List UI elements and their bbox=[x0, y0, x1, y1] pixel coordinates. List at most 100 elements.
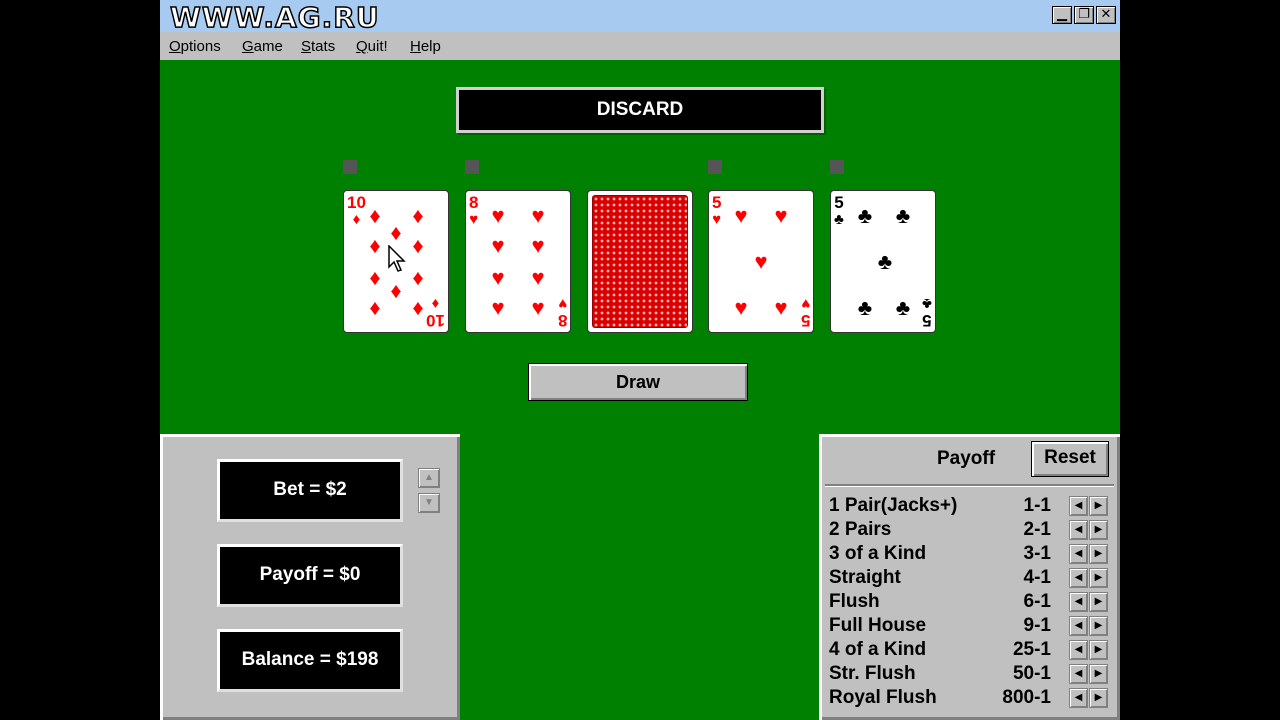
diamond-pip: ♦ bbox=[369, 295, 381, 320]
balance-display: Balance = $198 bbox=[217, 629, 403, 692]
watermark-logo: WWW.AG.RU bbox=[169, 1, 380, 34]
diamond-pip: ♦ bbox=[369, 265, 381, 290]
payoff-row: 3 of a Kind 3-1 ◀ ▶ bbox=[829, 542, 1109, 566]
hand-name: 3 of a Kind bbox=[829, 543, 927, 564]
bet-display: Bet = $2 bbox=[217, 459, 403, 522]
payoff-row: Royal Flush 800-1 ◀ ▶ bbox=[829, 686, 1109, 710]
card-index: 5 ♥ bbox=[800, 295, 810, 330]
diamond-pip: ♦ bbox=[412, 295, 424, 320]
hand-name: Royal Flush bbox=[829, 687, 937, 708]
payoff-display: Payoff = $0 bbox=[217, 544, 403, 607]
hand-name: 4 of a Kind bbox=[829, 639, 927, 660]
club-pip: ♣ bbox=[895, 295, 911, 320]
hand-odds: 800-1 bbox=[1002, 687, 1051, 708]
heart-pip: ♥ bbox=[531, 265, 545, 290]
odds-increase-button[interactable]: ▶ bbox=[1089, 592, 1108, 612]
odds-increase-button[interactable]: ▶ bbox=[1089, 616, 1108, 636]
odds-decrease-button[interactable]: ◀ bbox=[1069, 568, 1088, 588]
draw-button[interactable]: Draw bbox=[528, 363, 748, 401]
club-pip: ♣ bbox=[857, 295, 873, 320]
card-2[interactable]: 8 ♥ ♥ ♥ ♥ ♥ ♥ ♥ ♥ ♥ 8 ♥ bbox=[465, 190, 571, 333]
title-bar[interactable]: WWW.AG.RU ▁ ❐ ✕ bbox=[160, 0, 1120, 32]
diamond-pip: ♦ bbox=[369, 203, 381, 228]
heart-pip: ♥ bbox=[531, 233, 545, 258]
heart-pip: ♥ bbox=[734, 203, 748, 228]
diamond-pip: ♦ bbox=[390, 278, 402, 303]
heart-pip: ♥ bbox=[774, 203, 788, 228]
odds-increase-button[interactable]: ▶ bbox=[1089, 664, 1108, 684]
payoff-row: Str. Flush 50-1 ◀ ▶ bbox=[829, 662, 1109, 686]
status-panel: Bet = $2 ▲ ▼ Payoff = $0 Balance = $198 bbox=[160, 434, 460, 720]
window-controls: ▁ ❐ ✕ bbox=[1052, 6, 1116, 24]
heart-pip: ♥ bbox=[774, 295, 788, 320]
hand-odds: 3-1 bbox=[1023, 543, 1051, 564]
divider bbox=[825, 484, 1114, 487]
hand-odds: 50-1 bbox=[1012, 663, 1051, 684]
menu-options[interactable]: Options bbox=[169, 38, 221, 55]
hand-odds: 1-1 bbox=[1023, 495, 1051, 516]
restore-button[interactable]: ❐ bbox=[1074, 6, 1094, 24]
odds-decrease-button[interactable]: ◀ bbox=[1069, 640, 1088, 660]
odds-decrease-button[interactable]: ◀ bbox=[1069, 520, 1088, 540]
payoff-row: 1 Pair(Jacks+) 1-1 ◀ ▶ bbox=[829, 494, 1109, 518]
hold-indicator[interactable] bbox=[465, 160, 479, 174]
hand-name: 1 Pair(Jacks+) bbox=[829, 495, 958, 516]
hand-odds: 2-1 bbox=[1023, 519, 1051, 540]
reset-button[interactable]: Reset bbox=[1031, 441, 1109, 477]
payoff-panel: Payoff Reset 1 Pair(Jacks+) 1-1 ◀ ▶ 2 Pairs 2… bbox=[819, 434, 1120, 720]
hand-odds: 6-1 bbox=[1023, 591, 1051, 612]
hold-indicator[interactable] bbox=[343, 160, 357, 174]
bet-decrease-button[interactable]: ▼ bbox=[418, 493, 440, 513]
payoff-row: Full House 9-1 ◀ ▶ bbox=[829, 614, 1109, 638]
payoff-row: 4 of a Kind 25-1 ◀ ▶ bbox=[829, 638, 1109, 662]
odds-decrease-button[interactable]: ◀ bbox=[1069, 616, 1088, 636]
card-index: 5 ♣ bbox=[922, 295, 932, 330]
close-button[interactable]: ✕ bbox=[1096, 6, 1116, 24]
hand-odds: 4-1 bbox=[1023, 567, 1051, 588]
diamond-pip: ♦ bbox=[412, 203, 424, 228]
odds-increase-button[interactable]: ▶ bbox=[1089, 520, 1108, 540]
card-index: 5 ♣ bbox=[834, 193, 844, 228]
menu-quit[interactable]: Quit! bbox=[356, 38, 388, 55]
hand-name: Straight bbox=[829, 567, 901, 588]
odds-increase-button[interactable]: ▶ bbox=[1089, 496, 1108, 516]
odds-decrease-button[interactable]: ◀ bbox=[1069, 688, 1088, 708]
odds-increase-button[interactable]: ▶ bbox=[1089, 688, 1108, 708]
odds-decrease-button[interactable]: ◀ bbox=[1069, 496, 1088, 516]
bet-increase-button[interactable]: ▲ bbox=[418, 468, 440, 488]
heart-pip: ♥ bbox=[491, 295, 505, 320]
heart-pip: ♥ bbox=[754, 249, 768, 274]
odds-decrease-button[interactable]: ◀ bbox=[1069, 592, 1088, 612]
heart-pip: ♥ bbox=[734, 295, 748, 320]
menu-help[interactable]: Help bbox=[410, 38, 441, 55]
odds-increase-button[interactable]: ▶ bbox=[1089, 568, 1108, 588]
menu-bar: Options Game Stats Quit! Help bbox=[160, 32, 1120, 60]
arrow-up-icon: ▲ bbox=[424, 472, 434, 483]
odds-decrease-button[interactable]: ◀ bbox=[1069, 664, 1088, 684]
heart-pip: ♥ bbox=[491, 233, 505, 258]
menu-stats[interactable]: Stats bbox=[301, 38, 335, 55]
diamond-pip: ♦ bbox=[412, 233, 424, 258]
hand-name: Str. Flush bbox=[829, 663, 916, 684]
hold-indicator[interactable] bbox=[830, 160, 844, 174]
hold-indicator[interactable] bbox=[708, 160, 722, 174]
card-4[interactable]: 5 ♥ ♥ ♥ ♥ ♥ ♥ 5 ♥ bbox=[708, 190, 814, 333]
club-pip: ♣ bbox=[895, 203, 911, 228]
card-index: 10 ♦ bbox=[347, 193, 366, 228]
payoff-title: Payoff bbox=[937, 448, 996, 469]
menu-game[interactable]: Game bbox=[242, 38, 283, 55]
minimize-button[interactable]: ▁ bbox=[1052, 6, 1072, 24]
hand-odds: 25-1 bbox=[1012, 639, 1051, 660]
hand-odds: 9-1 bbox=[1023, 615, 1051, 636]
odds-decrease-button[interactable]: ◀ bbox=[1069, 544, 1088, 564]
heart-pip: ♥ bbox=[531, 203, 545, 228]
card-5[interactable]: 5 ♣ ♣ ♣ ♣ ♣ ♣ 5 ♣ bbox=[830, 190, 936, 333]
payoff-row: Flush 6-1 ◀ ▶ bbox=[829, 590, 1109, 614]
heart-pip: ♥ bbox=[531, 295, 545, 320]
odds-increase-button[interactable]: ▶ bbox=[1089, 544, 1108, 564]
hand-name: Flush bbox=[829, 591, 880, 612]
odds-increase-button[interactable]: ▶ bbox=[1089, 640, 1108, 660]
heart-pip: ♥ bbox=[491, 265, 505, 290]
mouse-cursor-icon bbox=[388, 244, 406, 278]
card-3-face-down[interactable] bbox=[587, 190, 693, 333]
